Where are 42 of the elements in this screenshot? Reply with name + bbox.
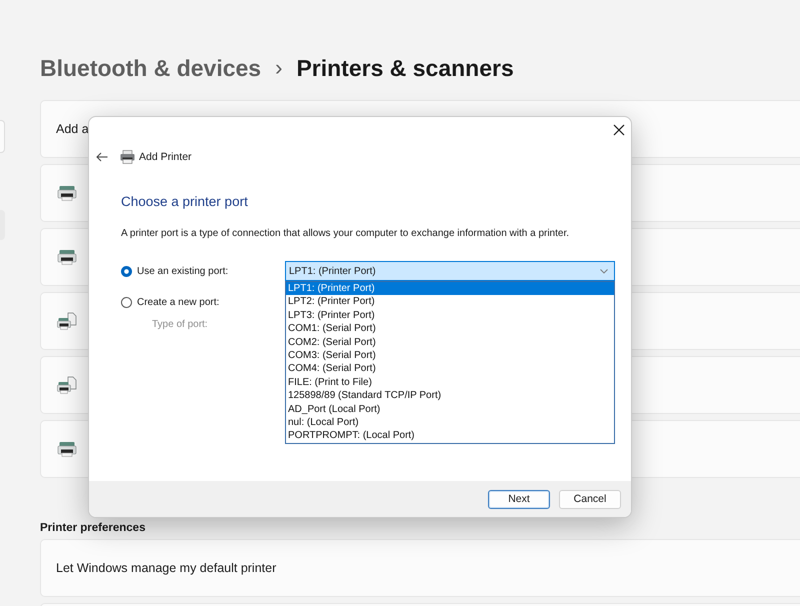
close-button[interactable] — [613, 123, 625, 137]
cancel-button[interactable]: Cancel — [559, 490, 621, 508]
printer-with-document-icon — [57, 312, 77, 330]
radio-label: Use an existing port: — [137, 266, 228, 276]
page-title: Printers & scanners — [296, 54, 514, 83]
dropdown-option[interactable]: COM4: (Serial Port) — [286, 362, 614, 376]
port-dropdown[interactable]: LPT1: (Printer Port) — [285, 261, 615, 281]
printer-with-document-icon — [57, 376, 77, 394]
printer-icon — [120, 150, 135, 164]
dropdown-option[interactable]: LPT3: (Printer Port) — [286, 308, 614, 322]
dropdown-option[interactable]: COM2: (Serial Port) — [286, 336, 614, 350]
dropdown-option[interactable]: AD_Port (Local Port) — [286, 402, 614, 416]
card-label: Add a — [56, 122, 89, 136]
description-text: A printer port is a type of connection that allows your computer to exchange information with a printer. — [121, 227, 570, 241]
radio-button[interactable] — [121, 266, 132, 276]
radio-button[interactable] — [121, 296, 132, 308]
dropdown-option[interactable]: nul: (Local Port) — [286, 416, 614, 430]
breadcrumb-link[interactable]: Bluetooth & devices — [40, 53, 262, 83]
field-label: Type of port: — [152, 318, 208, 332]
dropdown-option[interactable]: COM1: (Serial Port) — [286, 322, 614, 336]
search-field[interactable] — [0, 120, 5, 153]
next-button[interactable]: Next — [488, 490, 550, 508]
breadcrumb-separator: › — [275, 54, 282, 82]
window-title: Add Printer — [139, 151, 192, 163]
printer-icon — [57, 185, 77, 201]
setting-label: Let Windows manage my default printer — [56, 561, 276, 575]
dropdown-option[interactable]: COM3: (Serial Port) — [286, 349, 614, 362]
dropdown-option[interactable]: LPT1: (Printer Port) — [286, 282, 614, 296]
back-button[interactable] — [95, 150, 109, 164]
printer-icon — [57, 441, 77, 457]
close-icon — [613, 124, 625, 136]
radio-label: Create a new port: — [137, 296, 220, 308]
printer-icon — [57, 249, 77, 265]
back-arrow-icon — [96, 152, 108, 162]
chevron-down-icon — [600, 268, 608, 274]
page-heading: Choose a printer port — [121, 193, 248, 211]
dropdown-option[interactable]: 125898/89 (Standard TCP/IP Port) — [286, 389, 614, 403]
dropdown-option[interactable]: LPT2: (Printer Port) — [286, 295, 614, 309]
dropdown-option[interactable]: PORTPROMPT: (Local Port) — [286, 429, 614, 443]
settings-card[interactable]: Let Windows manage my default printer — [40, 539, 800, 597]
section-heading: Printer preferences — [40, 521, 146, 536]
dropdown-option[interactable]: FILE: (Print to File) — [286, 376, 614, 390]
